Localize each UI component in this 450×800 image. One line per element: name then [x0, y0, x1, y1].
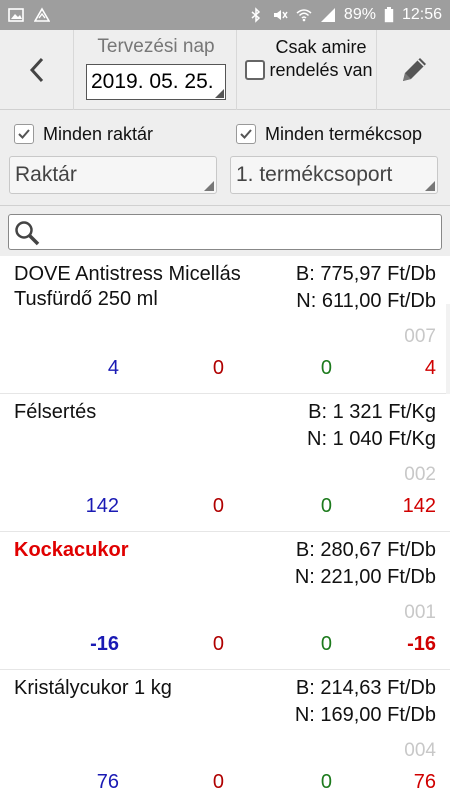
only-ordered-label: Csak amire rendelés van: [269, 37, 373, 80]
product-code: 007: [404, 326, 436, 347]
signal-icon: [320, 8, 335, 22]
ordered-value: 0: [212, 357, 224, 379]
stock-value: 76: [96, 771, 119, 793]
planning-date-group: Tervezési nap 2019. 05. 25.: [80, 30, 232, 110]
warehouse-select[interactable]: Raktár: [9, 156, 217, 194]
search-icon: [15, 221, 40, 246]
battery-icon: [384, 7, 394, 23]
ordered-value: 0: [212, 495, 224, 517]
product-group-select[interactable]: 1. termékcsoport: [230, 156, 438, 194]
dropdown-corner-icon: [204, 181, 214, 191]
ordered-value: 0: [212, 633, 224, 655]
planning-date-field[interactable]: 2019. 05. 25.: [86, 64, 226, 100]
all-warehouses-checkbox[interactable]: [14, 124, 34, 144]
net-price: N: 611,00 Ft/Db: [296, 290, 436, 312]
ordered-value: 0: [212, 771, 224, 793]
planning-date-label: Tervezési nap: [97, 36, 215, 57]
all-warehouses-label: Minden raktár: [43, 123, 154, 144]
pencil-icon: [402, 58, 426, 81]
product-row[interactable]: DOVE Antistress Micellás Tusfürdő 250 ml…: [0, 256, 450, 394]
chevron-left-icon: [29, 57, 43, 83]
product-row[interactable]: Kockacukor B: 280,67 Ft/Db N: 221,00 Ft/…: [0, 532, 450, 670]
scroll-track: [446, 304, 450, 394]
product-list[interactable]: DOVE Antistress Micellás Tusfürdő 250 ml…: [0, 256, 450, 800]
product-name: Kristálycukor 1 kg: [14, 677, 172, 699]
toolbar: Tervezési nap 2019. 05. 25. Csak amire r…: [0, 30, 450, 110]
planning-date-value: 2019. 05. 25.: [91, 70, 214, 93]
product-row[interactable]: Félsertés B: 1 321 Ft/Kg N: 1 040 Ft/Kg …: [0, 394, 450, 532]
only-ordered-toggle[interactable]: Csak amire rendelés van: [236, 30, 376, 110]
status-bar: 89% 12:56: [0, 0, 450, 30]
checkmark-icon: [240, 129, 252, 139]
dropdown-corner-icon: [425, 181, 435, 191]
all-groups-label: Minden termékcsop: [265, 123, 423, 144]
mute-icon: [273, 10, 288, 20]
product-code: 004: [404, 740, 436, 761]
clock: 12:56: [401, 6, 442, 23]
product-group-select-value: 1. termékcsoport: [236, 163, 393, 186]
search-input[interactable]: [49, 217, 429, 247]
product-name: Kockacukor: [14, 539, 129, 561]
search-box[interactable]: [8, 214, 442, 250]
image-icon: [8, 8, 24, 22]
net-price: N: 221,00 Ft/Db: [294, 566, 436, 588]
filter-panel: Minden raktár Minden termékcsop Raktár 1…: [0, 110, 450, 206]
incoming-value: 0: [320, 771, 332, 793]
incoming-value: 0: [320, 357, 332, 379]
back-button[interactable]: [0, 30, 74, 110]
product-row[interactable]: Kristálycukor 1 kg B: 214,63 Ft/Db N: 16…: [0, 670, 450, 800]
net-price: N: 169,00 Ft/Db: [294, 704, 436, 726]
dropdown-corner-icon: [215, 89, 224, 98]
all-warehouses-toggle[interactable]: Minden raktár: [14, 122, 224, 146]
net-price: N: 1 040 Ft/Kg: [307, 428, 436, 450]
bluetooth-icon: [251, 7, 261, 23]
balance-value: 4: [424, 357, 436, 379]
stock-value: 4: [107, 357, 119, 379]
gross-price: B: 1 321 Ft/Kg: [308, 401, 436, 423]
balance-value: 76: [413, 771, 436, 793]
edit-button[interactable]: [376, 30, 450, 110]
all-groups-toggle[interactable]: Minden termékcsop: [236, 122, 440, 146]
product-name: DOVE Antistress Micellás Tusfürdő 250 ml: [14, 263, 241, 310]
search-bar: [0, 206, 450, 256]
gross-price: B: 775,97 Ft/Db: [295, 263, 436, 285]
triangle-alert-icon: [34, 7, 50, 22]
checkmark-icon: [18, 129, 30, 139]
warehouse-select-value: Raktár: [15, 163, 77, 186]
stock-value: 142: [85, 495, 119, 517]
only-ordered-checkbox[interactable]: [245, 60, 265, 80]
wifi-icon: [296, 9, 312, 22]
stock-value: -16: [90, 633, 119, 655]
balance-value: -16: [407, 633, 436, 655]
battery-percent: 89%: [343, 6, 376, 23]
balance-value: 142: [402, 495, 436, 517]
incoming-value: 0: [320, 633, 332, 655]
incoming-value: 0: [320, 495, 332, 517]
gross-price: B: 214,63 Ft/Db: [295, 677, 436, 699]
gross-price: B: 280,67 Ft/Db: [295, 539, 436, 561]
all-groups-checkbox[interactable]: [236, 124, 256, 144]
product-code: 001: [404, 602, 436, 623]
product-code: 002: [404, 464, 436, 485]
product-name: Félsertés: [14, 401, 97, 423]
